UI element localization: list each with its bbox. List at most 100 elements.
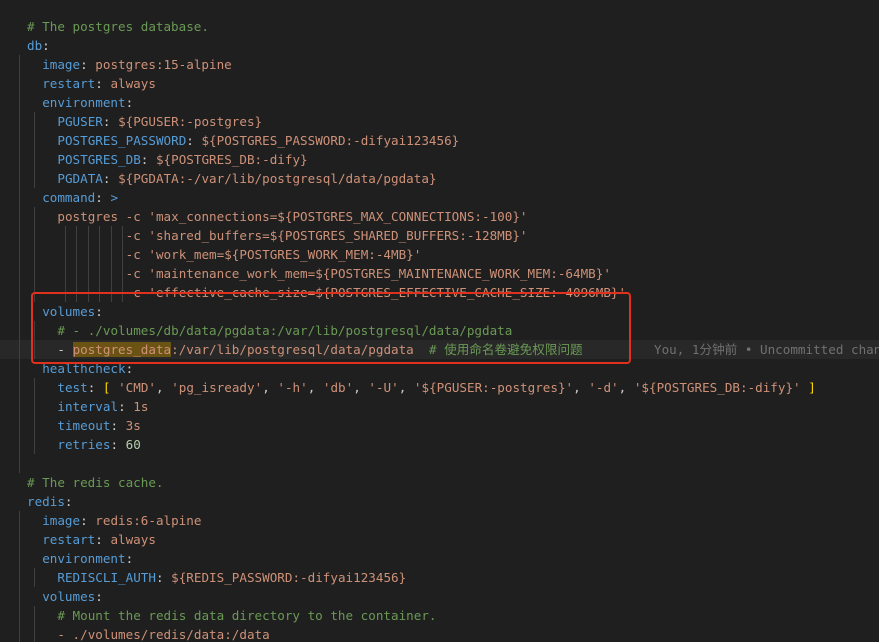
indent-guide	[19, 283, 20, 302]
code-token: 'shared_buffers=${POSTGRES_SHARED_BUFFER…	[148, 228, 528, 243]
indent-guide	[34, 568, 36, 587]
code-token: ,	[618, 380, 634, 395]
code-token: # - ./volumes/db/data/pgdata:/var/lib/po…	[57, 323, 513, 338]
code-text: POSTGRES_DB: ${POSTGRES_DB:-dify}	[57, 150, 307, 169]
code-token: postgres -c	[57, 209, 149, 224]
code-token: :	[80, 57, 96, 72]
code-token: ,	[573, 380, 589, 395]
code-line[interactable]	[0, 454, 879, 473]
code-text: timeout: 3s	[57, 416, 140, 435]
code-line[interactable]: # Mount the redis data directory to the …	[0, 606, 879, 625]
code-line[interactable]: restart: always	[0, 74, 879, 93]
code-line[interactable]: -c 'effective_cache_size=${POSTGRES_EFFE…	[0, 283, 879, 302]
indent-guide	[19, 245, 20, 264]
indent-guide	[19, 606, 20, 625]
code-text: - postgres_data:/var/lib/postgresql/data…	[57, 340, 583, 359]
code-text: environment:	[42, 549, 133, 568]
code-token: ${REDIS_PASSWORD:-difyai123456}	[171, 570, 407, 585]
indent-guide	[19, 74, 20, 93]
indent-guide	[19, 359, 20, 378]
code-token: :	[95, 76, 111, 91]
code-text: restart: always	[42, 74, 156, 93]
code-line[interactable]: POSTGRES_PASSWORD: ${POSTGRES_PASSWORD:-…	[0, 131, 879, 150]
code-editor[interactable]: # The postgres database. db: image: postgr…	[0, 0, 879, 642]
code-text: retries: 60	[57, 435, 140, 454]
code-token: :	[155, 570, 172, 585]
indent-guide	[19, 340, 20, 359]
code-line[interactable]: # The postgres database.	[0, 17, 879, 36]
code-line[interactable]: -c 'work_mem=${POSTGRES_WORK_MEM:-4MB}'	[0, 245, 879, 264]
code-token: db	[27, 38, 43, 53]
code-line[interactable]: db:	[0, 36, 879, 55]
code-line[interactable]: -c 'maintenance_work_mem=${POSTGRES_MAIN…	[0, 264, 879, 283]
indent-guide	[19, 55, 20, 74]
code-line[interactable]: - ./volumes/redis/data:/data	[0, 625, 879, 642]
indent-guide	[19, 150, 20, 169]
code-text: # Mount the redis data directory to the …	[57, 606, 436, 625]
code-text: image: redis:6-alpine	[42, 511, 201, 530]
code-line[interactable]: -c 'shared_buffers=${POSTGRES_SHARED_BUF…	[0, 226, 879, 245]
code-token: 'db'	[322, 380, 354, 395]
indent-guide	[19, 302, 20, 321]
code-token: :	[95, 190, 111, 205]
code-token: :	[42, 38, 50, 53]
code-line[interactable]: timeout: 3s	[0, 416, 879, 435]
indent-guide	[34, 264, 36, 283]
code-token: PGDATA	[57, 171, 103, 186]
code-line[interactable]: interval: 1s	[0, 397, 879, 416]
code-line[interactable]: healthcheck:	[0, 359, 879, 378]
code-line[interactable]: command: >	[0, 188, 879, 207]
code-text: PGUSER: ${PGUSER:-postgres}	[57, 112, 262, 131]
code-token: '-h'	[277, 380, 308, 395]
code-token: :	[95, 532, 111, 547]
code-text: redis:	[27, 492, 73, 511]
code-line[interactable]: volumes:	[0, 302, 879, 321]
code-line[interactable]: environment:	[0, 549, 879, 568]
code-token: :	[95, 589, 103, 604]
code-token: ${POSTGRES_PASSWORD:-difyai123456}	[201, 133, 460, 148]
code-token: ,	[307, 380, 323, 395]
indent-guide	[19, 435, 20, 454]
code-token: restart	[42, 532, 96, 547]
indent-guide	[19, 112, 20, 131]
code-line[interactable]: PGUSER: ${PGUSER:-postgres}	[0, 112, 879, 131]
indent-guide	[34, 416, 36, 435]
indent-guide	[34, 131, 36, 150]
code-text: environment:	[42, 93, 133, 112]
code-token: redis:6-alpine	[95, 513, 202, 528]
code-text: volumes:	[42, 587, 103, 606]
code-token: '-U'	[368, 380, 399, 395]
code-text: volumes:	[42, 302, 103, 321]
code-token: ${PGDATA:-/var/lib/postgresql/data/pgdat…	[118, 171, 437, 186]
code-token: volumes	[42, 589, 96, 604]
code-line[interactable]: retries: 60	[0, 435, 879, 454]
code-line[interactable]: image: postgres:15-alpine	[0, 55, 879, 74]
code-token: :	[95, 304, 103, 319]
code-token: timeout	[57, 418, 111, 433]
code-line[interactable]: # The redis cache.	[0, 473, 879, 492]
code-line[interactable]: REDISCLI_AUTH: ${REDIS_PASSWORD:-difyai1…	[0, 568, 879, 587]
code-token: image	[42, 57, 81, 72]
code-token: 'max_connections=${POSTGRES_MAX_CONNECTI…	[148, 209, 528, 224]
code-line[interactable]: environment:	[0, 93, 879, 112]
code-line[interactable]: POSTGRES_DB: ${POSTGRES_DB:-dify}	[0, 150, 879, 169]
code-line[interactable]: restart: always	[0, 530, 879, 549]
code-line[interactable]: # - ./volumes/db/data/pgdata:/var/lib/po…	[0, 321, 879, 340]
code-token: always	[110, 532, 156, 547]
code-line[interactable]: redis:	[0, 492, 879, 511]
code-token: 60	[125, 437, 141, 452]
code-line[interactable]: test: [ 'CMD', 'pg_isready', '-h', 'db',…	[0, 378, 879, 397]
code-text: -c 'shared_buffers=${POSTGRES_SHARED_BUF…	[57, 226, 528, 245]
code-line[interactable]: postgres -c 'max_connections=${POSTGRES_…	[0, 207, 879, 226]
indent-guide	[34, 283, 36, 302]
code-token: 'CMD'	[118, 380, 157, 395]
code-line[interactable]: image: redis:6-alpine	[0, 511, 879, 530]
code-line[interactable]: PGDATA: ${PGDATA:-/var/lib/postgresql/da…	[0, 169, 879, 188]
code-text: healthcheck:	[42, 359, 133, 378]
indent-guide	[34, 207, 36, 226]
code-token: :	[125, 361, 134, 376]
code-token: interval	[57, 399, 119, 414]
code-line[interactable]: volumes:	[0, 587, 879, 606]
code-line[interactable]: - postgres_data:/var/lib/postgresql/data…	[0, 340, 879, 359]
code-token: 'maintenance_work_mem=${POSTGRES_MAINTEN…	[148, 266, 611, 281]
